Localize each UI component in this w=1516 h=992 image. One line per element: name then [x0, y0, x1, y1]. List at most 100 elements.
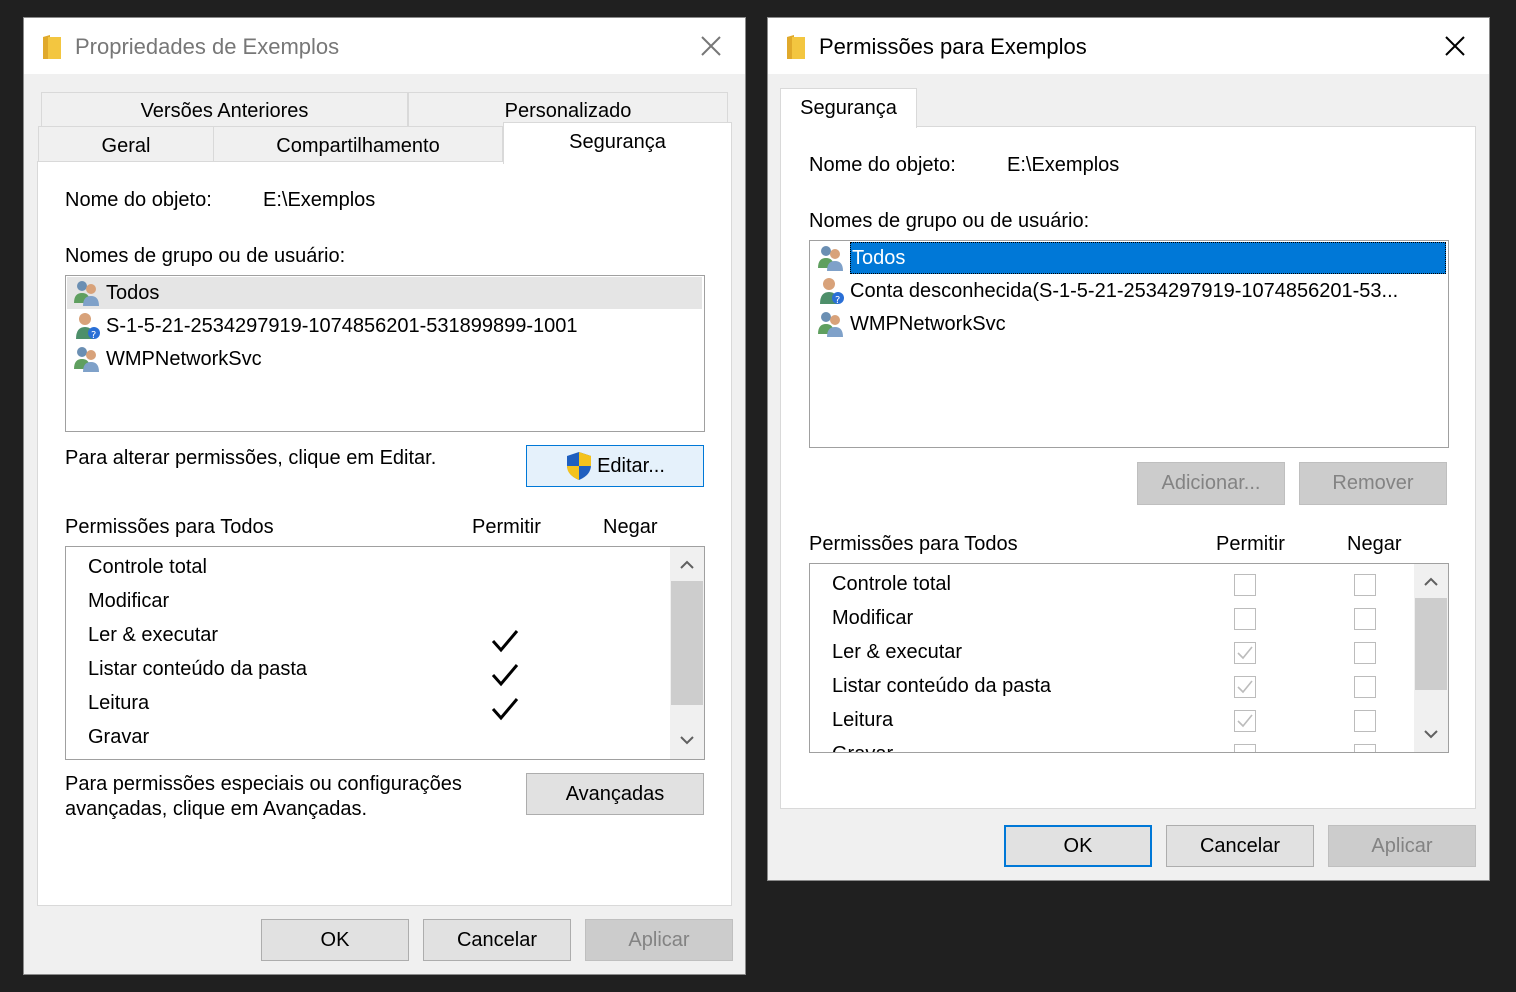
- users-listbox[interactable]: Todos ? Conta desconhecida(S-1-5-21-2534…: [809, 240, 1449, 448]
- advanced-hint-line1: Para permissões especiais ou configuraçõ…: [65, 773, 462, 795]
- advanced-hint-line2: avançadas, clique em Avançadas.: [65, 798, 368, 820]
- scroll-up-icon[interactable]: [680, 559, 694, 569]
- edit-button-label: Editar...: [597, 454, 665, 477]
- advanced-button-label: Avançadas: [565, 782, 665, 805]
- permission-row: Modificar: [88, 590, 170, 612]
- tab-seguranca[interactable]: Segurança: [780, 88, 917, 128]
- add-button[interactable]: Adicionar...: [1137, 462, 1285, 505]
- deny-checkbox[interactable]: [1354, 642, 1376, 664]
- permissions-header: Permissões para Todos: [809, 533, 1018, 555]
- allow-checkbox[interactable]: [1234, 642, 1256, 664]
- edit-button[interactable]: Editar...: [526, 445, 704, 487]
- allow-checkbox[interactable]: [1234, 574, 1256, 596]
- deny-checkbox[interactable]: [1354, 676, 1376, 698]
- permission-row: Controle total: [832, 573, 951, 595]
- allow-header: Permitir: [472, 516, 541, 538]
- ok-button[interactable]: OK: [261, 919, 409, 961]
- deny-header: Negar: [1347, 533, 1402, 555]
- allow-header: Permitir: [1216, 533, 1285, 555]
- scroll-down-icon[interactable]: [680, 736, 694, 746]
- properties-window: Propriedades de Exemplos Versões Anterio…: [23, 17, 746, 975]
- permission-row: Leitura: [832, 709, 894, 731]
- users-listbox[interactable]: Todos ? S-1-5-21-2534297919-1074856201-5…: [65, 275, 705, 432]
- svg-text:?: ?: [835, 295, 840, 305]
- deny-checkbox[interactable]: [1354, 744, 1376, 752]
- list-item-todos[interactable]: Todos: [816, 242, 1446, 274]
- apply-label: Aplicar: [1371, 834, 1433, 857]
- unknown-user-icon: ?: [820, 278, 844, 305]
- permission-row: Ler & executar: [832, 641, 963, 663]
- remove-button-label: Remover: [1332, 472, 1414, 494]
- close-icon[interactable]: [697, 32, 725, 60]
- users-group-icon: [818, 246, 843, 271]
- permission-row: Modificar: [832, 607, 914, 629]
- list-item-todos[interactable]: Todos: [67, 277, 702, 309]
- user-name: WMPNetworkSvc: [106, 347, 262, 370]
- scroll-up-icon[interactable]: [1424, 576, 1438, 586]
- unknown-user-icon: ?: [76, 313, 100, 340]
- allow-checkbox[interactable]: [1234, 676, 1256, 698]
- cancel-label: Cancelar: [1199, 834, 1281, 857]
- object-name-value: E:\Exemplos: [1007, 154, 1120, 176]
- group-names-label: Nomes de grupo ou de usuário:: [809, 210, 1090, 232]
- cancel-label: Cancelar: [456, 928, 538, 951]
- scroll-down-icon[interactable]: [1424, 730, 1438, 740]
- deny-checkbox[interactable]: [1354, 710, 1376, 732]
- permissions-list: Controle total Modificar Ler & executar …: [65, 546, 705, 760]
- advanced-button[interactable]: Avançadas: [526, 773, 704, 815]
- user-name: Todos: [850, 242, 1446, 274]
- scroll-thumb[interactable]: [671, 581, 703, 705]
- user-name: WMPNetworkSvc: [850, 312, 1006, 335]
- group-names-label: Nomes de grupo ou de usuário:: [65, 245, 346, 267]
- permissions-list: Controle total Modificar Ler & executar …: [809, 563, 1449, 753]
- deny-checkbox[interactable]: [1354, 574, 1376, 596]
- title-bar: Permissões para Exemplos: [768, 18, 1489, 74]
- uac-shield-icon: [567, 452, 592, 480]
- permission-row: Listar conteúdo da pasta: [832, 675, 1052, 697]
- cancel-button[interactable]: Cancelar: [1166, 825, 1314, 867]
- folder-icon: [43, 35, 61, 59]
- scroll-thumb[interactable]: [1415, 598, 1447, 690]
- user-name: S-1-5-21-2534297919-1074856201-531899899…: [106, 314, 578, 337]
- apply-button[interactable]: Aplicar: [585, 919, 733, 961]
- list-item-wmpnetworksvc[interactable]: WMPNetworkSvc: [816, 308, 1446, 340]
- ok-button[interactable]: OK: [1004, 825, 1152, 867]
- allow-check-icon: [491, 664, 519, 687]
- allow-checkbox[interactable]: [1234, 744, 1256, 752]
- allow-check-icon: [491, 630, 519, 653]
- list-item-unknown-account[interactable]: ? Conta desconhecida(S-1-5-21-2534297919…: [816, 275, 1446, 307]
- permissions-scrollbar[interactable]: [1414, 564, 1448, 752]
- deny-header: Negar: [603, 516, 658, 538]
- allow-checkbox[interactable]: [1234, 710, 1256, 732]
- permissions-header: Permissões para Todos: [65, 516, 274, 538]
- remove-button[interactable]: Remover: [1299, 462, 1447, 505]
- checkbox-check-icon: [1237, 714, 1253, 728]
- close-icon[interactable]: [1441, 32, 1469, 60]
- users-group-icon: [74, 347, 99, 372]
- permission-row: Gravar: [88, 726, 150, 748]
- object-name-label: Nome do objeto:: [65, 189, 212, 211]
- checkbox-check-icon: [1237, 680, 1253, 694]
- list-item-wmpnetworksvc[interactable]: WMPNetworkSvc: [72, 343, 702, 375]
- folder-icon: [787, 35, 805, 59]
- change-permissions-hint: Para alterar permissões, clique em Edita…: [65, 447, 437, 469]
- permission-row: Leitura: [88, 692, 150, 714]
- user-name: Todos: [106, 281, 160, 304]
- tab-geral[interactable]: Geral: [38, 126, 214, 162]
- window-title: Permissões para Exemplos: [819, 34, 1087, 59]
- permissions-window: Permissões para Exemplos Segurança Nome …: [767, 17, 1490, 881]
- allow-check-icon: [491, 698, 519, 721]
- apply-button[interactable]: Aplicar: [1328, 825, 1476, 867]
- permissions-scrollbar[interactable]: [670, 547, 704, 759]
- users-group-icon: [74, 281, 99, 306]
- tab-seguranca[interactable]: Segurança: [503, 122, 732, 164]
- allow-checkbox[interactable]: [1234, 608, 1256, 630]
- title-bar: Propriedades de Exemplos: [24, 18, 745, 74]
- permission-row: Controle total: [88, 556, 207, 578]
- cancel-button[interactable]: Cancelar: [423, 919, 571, 961]
- tab-compartilhamento[interactable]: Compartilhamento: [213, 126, 503, 162]
- tab-versoes-anteriores[interactable]: Versões Anteriores: [41, 92, 408, 129]
- permission-row: Listar conteúdo da pasta: [88, 658, 308, 680]
- deny-checkbox[interactable]: [1354, 608, 1376, 630]
- list-item-unknown-sid[interactable]: ? S-1-5-21-2534297919-1074856201-5318998…: [72, 310, 702, 342]
